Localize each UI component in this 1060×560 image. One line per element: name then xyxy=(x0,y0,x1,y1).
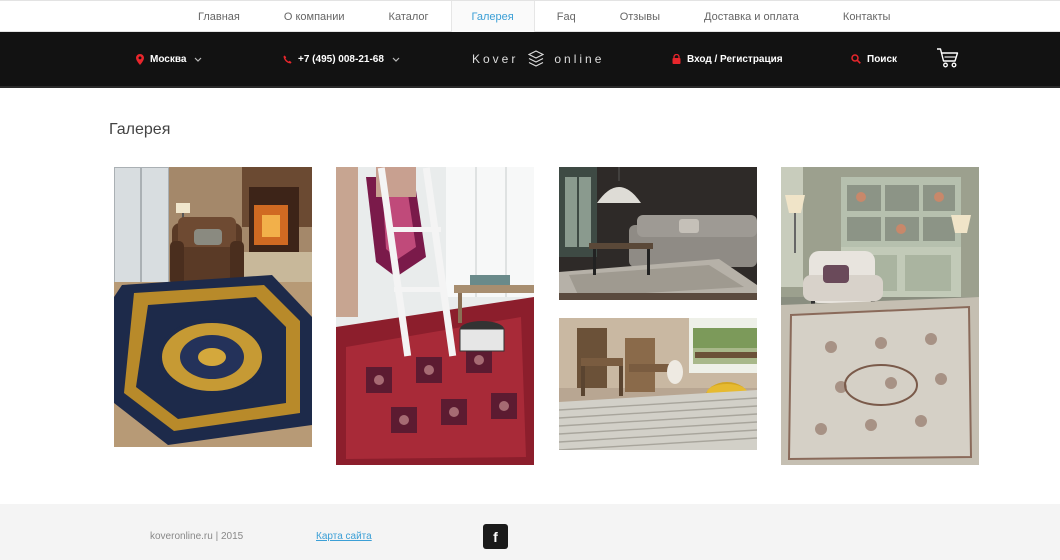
nav-item-catalog[interactable]: Каталог xyxy=(367,1,451,32)
cart-button[interactable] xyxy=(936,32,960,86)
location-pin-icon xyxy=(136,53,144,65)
gallery-image-dark-living-room[interactable] xyxy=(559,167,757,300)
page-title: Галерея xyxy=(109,121,171,138)
phone-selector[interactable]: +7 (495) 008-21-68 xyxy=(283,32,400,86)
gallery-image-red-rug-ladder[interactable] xyxy=(336,167,534,465)
facebook-letter: f xyxy=(493,528,498,545)
gallery-image-striped-rug-chairs[interactable] xyxy=(559,318,757,450)
site-footer: koveronline.ru | 2015 Карта сайта f xyxy=(0,504,1060,560)
facebook-icon[interactable]: f xyxy=(483,524,508,549)
nav-item-contacts[interactable]: Контакты xyxy=(821,1,913,32)
search-label: Поиск xyxy=(867,53,898,65)
gallery-image-fireplace-room[interactable] xyxy=(114,167,312,447)
top-navigation: Главная О компании Каталог Галерея Faq О… xyxy=(0,0,1060,32)
login-link[interactable]: Вход / Регистрация xyxy=(672,32,783,86)
nav-item-reviews[interactable]: Отзывы xyxy=(598,1,682,32)
phone-icon xyxy=(283,54,292,64)
site-logo[interactable]: Kover online xyxy=(472,32,604,86)
chevron-down-icon xyxy=(392,57,400,62)
top-nav-list: Главная О компании Каталог Галерея Faq О… xyxy=(176,1,912,32)
chevron-down-icon xyxy=(194,57,202,62)
nav-item-delivery[interactable]: Доставка и оплата xyxy=(682,1,821,32)
layers-logo-icon xyxy=(528,50,545,68)
search-button[interactable]: Поиск xyxy=(851,32,897,86)
logo-text-right: online xyxy=(554,52,605,66)
city-selector[interactable]: Москва xyxy=(136,32,202,86)
lock-icon xyxy=(672,54,681,64)
cart-icon xyxy=(936,47,960,72)
search-icon xyxy=(851,54,861,64)
nav-item-gallery[interactable]: Галерея xyxy=(450,1,535,32)
logo-text-left: Kover xyxy=(472,52,519,66)
sitemap-link[interactable]: Карта сайта xyxy=(316,531,372,542)
site-header: Москва +7 (495) 008-21-68 Kover online В… xyxy=(0,32,1060,88)
phone-number: +7 (495) 008-21-68 xyxy=(298,53,384,65)
login-label: Вход / Регистрация xyxy=(687,53,783,65)
gallery-image-armchair-beige-rug[interactable] xyxy=(781,167,979,465)
nav-item-about[interactable]: О компании xyxy=(262,1,367,32)
copyright-text: koveronline.ru | 2015 xyxy=(150,531,244,542)
nav-item-home[interactable]: Главная xyxy=(176,1,262,32)
nav-item-faq[interactable]: Faq xyxy=(535,1,598,32)
city-label: Москва xyxy=(150,53,187,65)
